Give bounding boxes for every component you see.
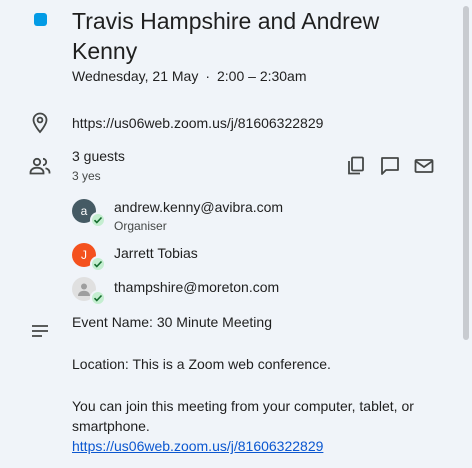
event-title: Travis Hampshire and Andrew Kenny — [72, 8, 380, 64]
event-time: 2:00 – 2:30am — [217, 68, 307, 84]
location-url[interactable]: https://us06web.zoom.us/j/81606322829 — [72, 115, 323, 131]
copy-guests-button[interactable] — [344, 154, 368, 178]
accepted-check-icon — [90, 290, 106, 306]
description-text: You can join this meeting from your comp… — [72, 398, 414, 434]
scrollbar[interactable] — [463, 6, 469, 340]
datetime-separator: · — [205, 68, 210, 84]
guest-count: 3 guests — [72, 148, 125, 164]
location-pin-icon — [30, 112, 50, 134]
accepted-check-icon — [90, 256, 106, 272]
event-datetime: Wednesday, 21 May · 2:00 – 2:30am — [72, 68, 307, 84]
event-date: Wednesday, 21 May — [72, 68, 199, 84]
meeting-link[interactable]: https://us06web.zoom.us/j/81606322829 — [72, 438, 323, 454]
description-icon — [30, 322, 50, 340]
people-icon — [29, 156, 51, 176]
guest-name: Jarrett Tobias — [114, 245, 198, 261]
description-line: Event Name: 30 Minute Meeting — [72, 314, 272, 330]
chat-icon — [381, 157, 399, 175]
email-guests-button[interactable] — [412, 154, 436, 178]
calendar-color-swatch — [34, 13, 47, 26]
description-line: Location: This is a Zoom web conference. — [72, 356, 331, 372]
guest-name: andrew.kenny@avibra.com — [114, 199, 284, 215]
guest-response-summary: 3 yes — [72, 169, 101, 183]
mail-icon — [414, 159, 434, 173]
accepted-check-icon — [90, 212, 106, 228]
chat-guests-button[interactable] — [378, 154, 402, 178]
guest-name: thampshire@moreton.com — [114, 279, 280, 295]
guest-role: Organiser — [114, 219, 167, 233]
description-line: You can join this meeting from your comp… — [72, 396, 442, 456]
copy-icon — [348, 156, 364, 175]
event-description: Event Name: 30 Minute Meeting Location: … — [72, 312, 442, 456]
